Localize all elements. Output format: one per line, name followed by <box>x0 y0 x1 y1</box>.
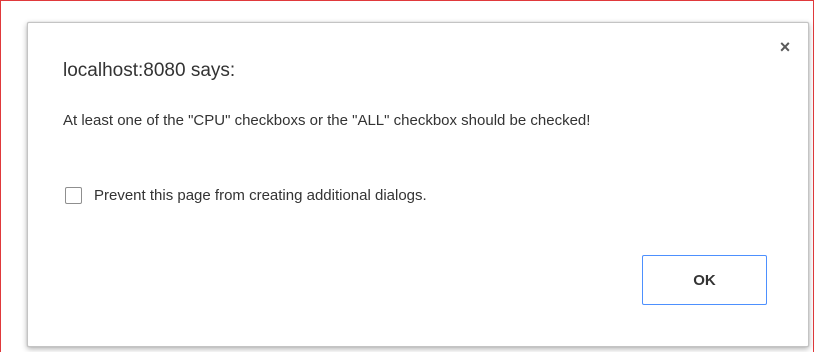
prevent-dialogs-checkbox[interactable] <box>65 186 82 204</box>
prevent-dialogs-label[interactable]: Prevent this page from creating addition… <box>94 187 427 204</box>
close-icon[interactable]: × <box>775 37 795 57</box>
prevent-dialogs-option[interactable]: Prevent this page from creating addition… <box>65 184 427 206</box>
dialog-message: At least one of the "CPU" checkboxs or t… <box>63 112 591 129</box>
ok-button[interactable]: OK <box>642 255 767 305</box>
dialog-title: localhost:8080 says: <box>63 60 236 81</box>
alert-dialog: × localhost:8080 says: At least one of t… <box>27 22 809 347</box>
